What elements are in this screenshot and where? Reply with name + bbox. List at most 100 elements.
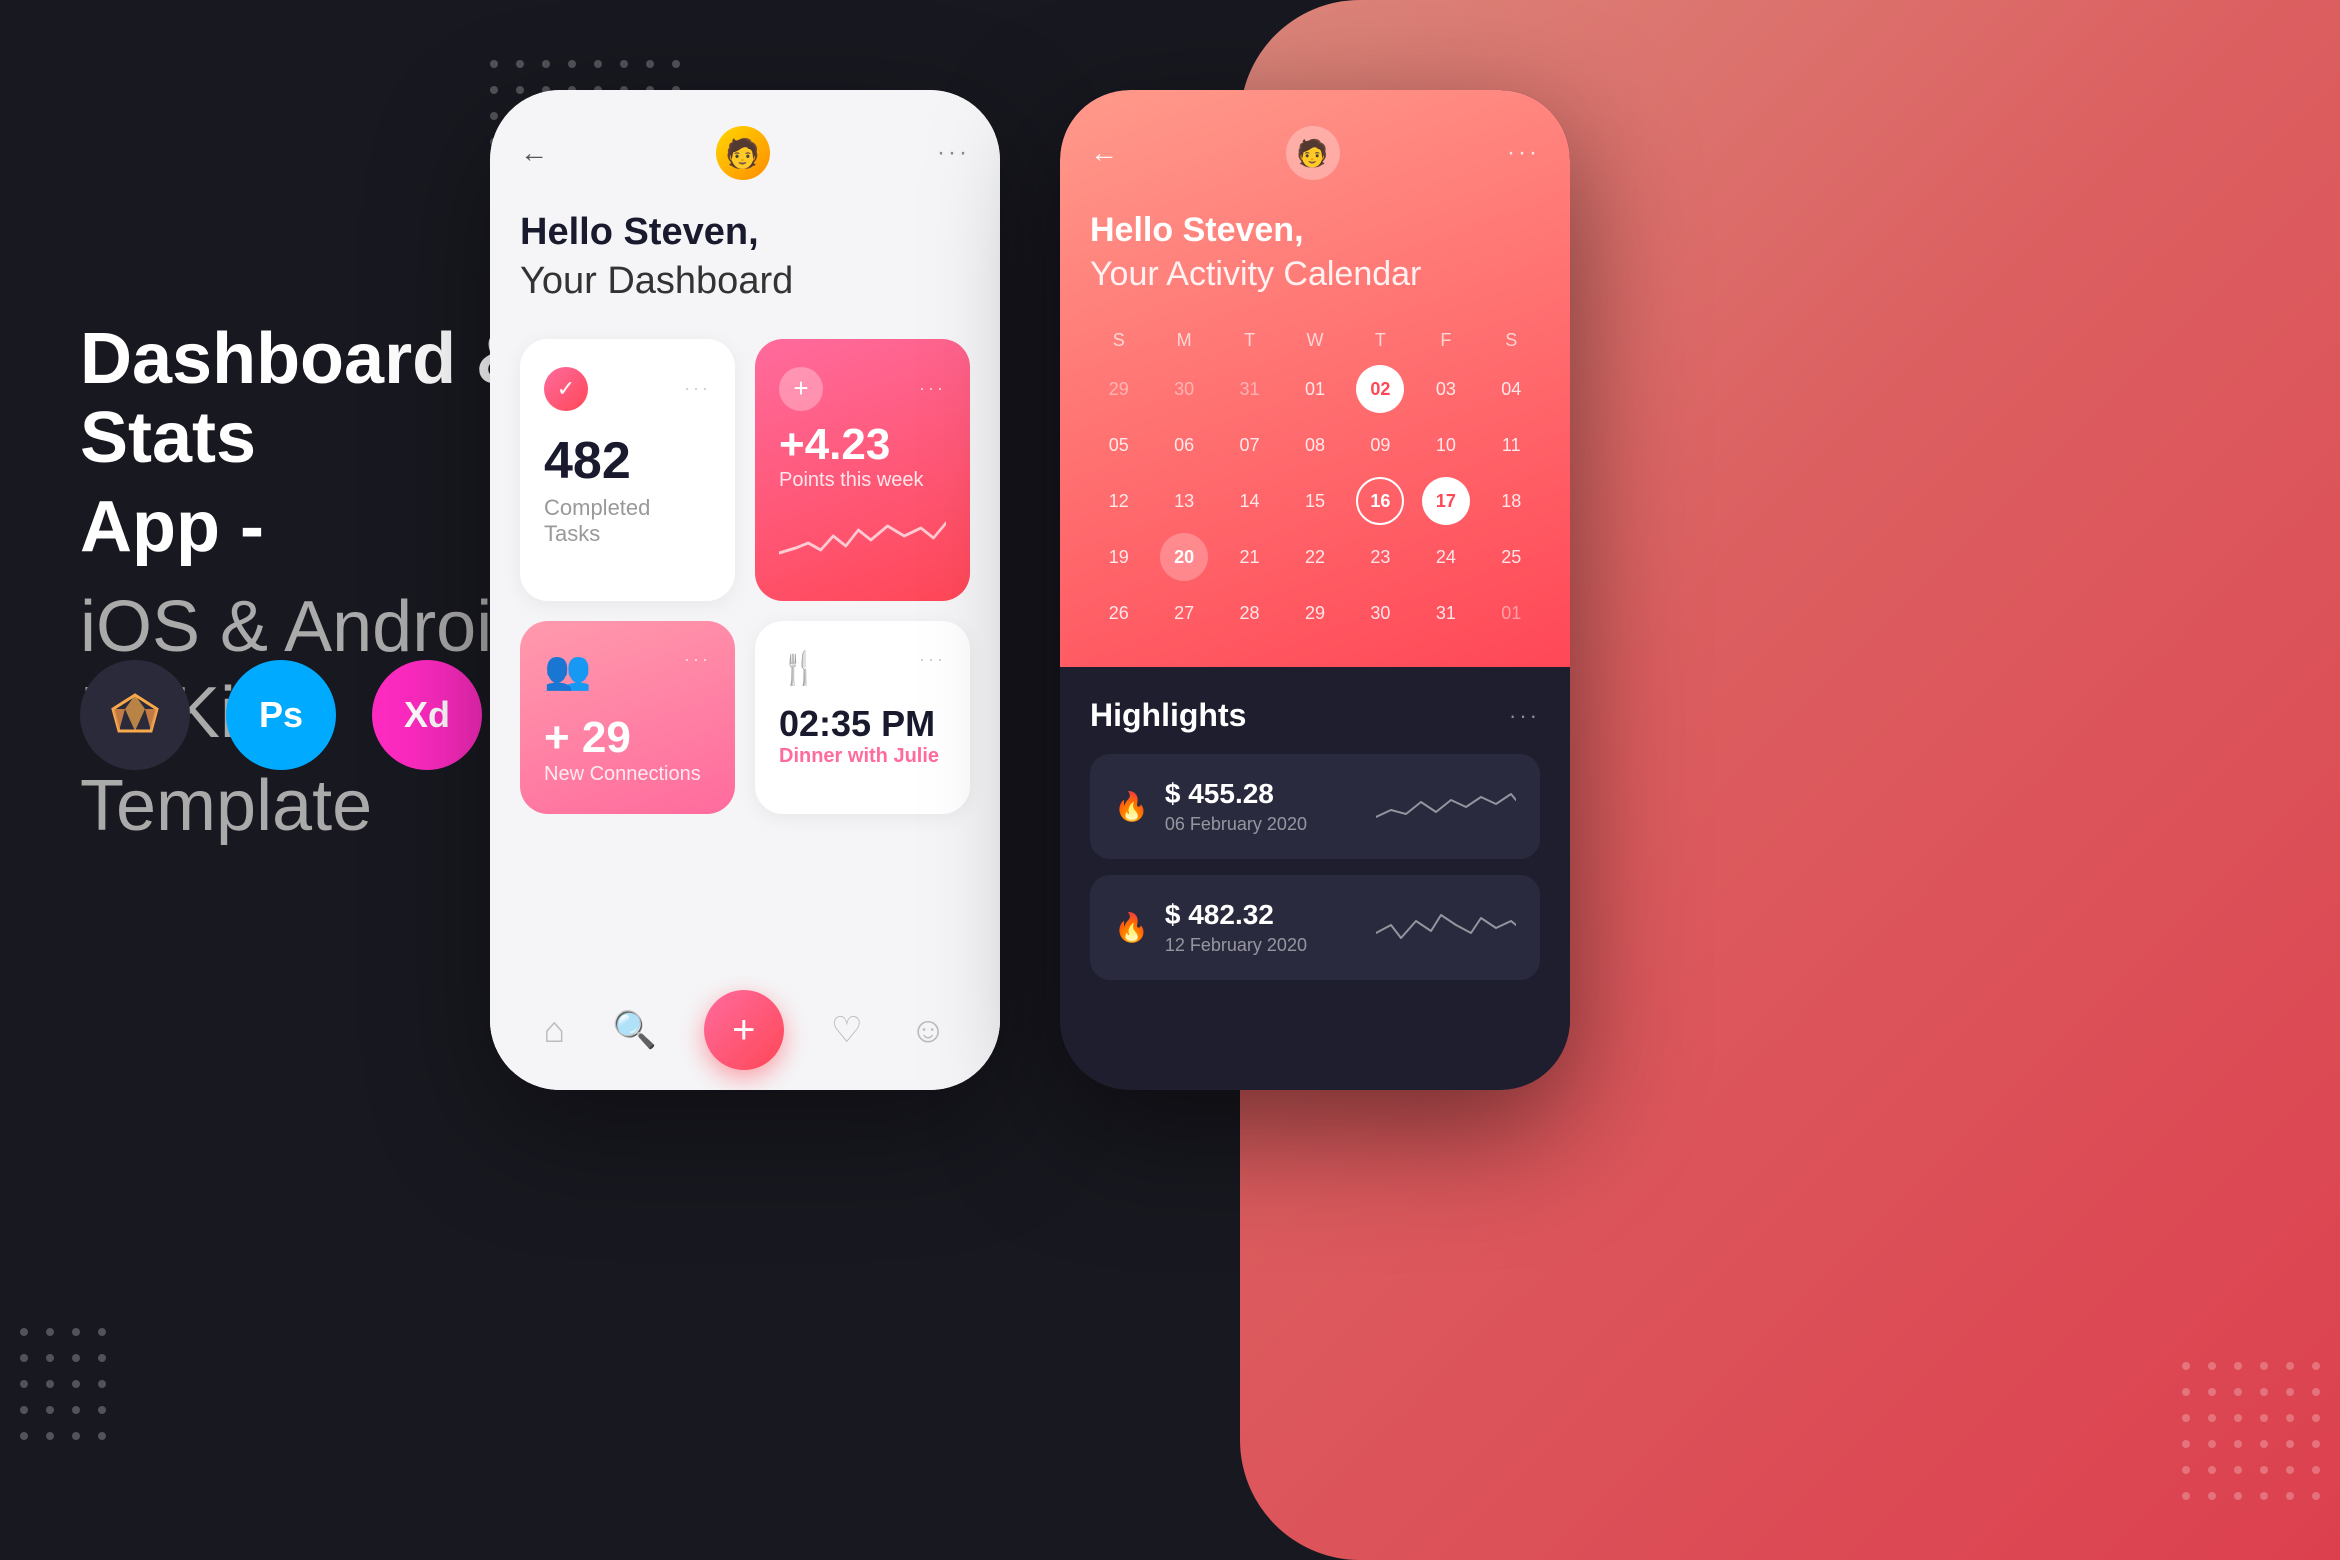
title-line1: Dashboard & Stats — [80, 320, 560, 478]
cal-day[interactable]: 10 — [1422, 421, 1470, 469]
fire-icon-2: 🔥 — [1114, 911, 1149, 944]
cal-header-wed: W — [1286, 324, 1343, 357]
photoshop-icon: Ps — [226, 660, 336, 770]
highlights-header: Highlights ··· — [1090, 697, 1540, 734]
more-button-left[interactable]: ··· — [937, 139, 970, 167]
completed-more[interactable]: ··· — [684, 378, 711, 399]
back-button-right[interactable]: ← — [1090, 137, 1118, 169]
dinner-time: 02:35 PM — [779, 703, 946, 745]
cal-day[interactable]: 08 — [1291, 421, 1339, 469]
dinner-card: 🍴 ··· 02:35 PM Dinner with Julie — [755, 621, 970, 814]
cal-day[interactable]: 04 — [1487, 365, 1535, 413]
avatar-left: 🧑 — [716, 126, 770, 180]
cal-day[interactable]: 21 — [1226, 533, 1274, 581]
greeting-right: Hello Steven, Your Activity Calendar — [1090, 208, 1540, 296]
phone-right-highlights-section: Highlights ··· 🔥 $ 455.28 06 February 20… — [1060, 667, 1570, 1026]
cal-day[interactable]: 23 — [1356, 533, 1404, 581]
highlight-sparkline-2 — [1376, 903, 1516, 953]
phone-left-header: ← 🧑 ··· — [520, 126, 970, 180]
cal-day[interactable]: 28 — [1226, 589, 1274, 637]
greeting-left: Hello Steven, Your Dashboard — [520, 208, 970, 307]
cal-day[interactable]: 27 — [1160, 589, 1208, 637]
more-button-right[interactable]: ··· — [1507, 139, 1540, 167]
cal-header-mon: M — [1155, 324, 1212, 357]
cal-day[interactable]: 13 — [1160, 477, 1208, 525]
highlight-sparkline-1 — [1376, 782, 1516, 832]
dashboard-cards: ✓ ··· 482 Completed Tasks + ··· +4.23 Po… — [520, 339, 970, 814]
connections-value: + 29 — [544, 713, 711, 763]
dot-grid-bottom-left — [20, 1328, 106, 1440]
points-sparkline — [779, 508, 946, 568]
cal-day[interactable]: 07 — [1226, 421, 1274, 469]
completed-label: Completed Tasks — [544, 495, 711, 547]
cal-day[interactable]: 26 — [1095, 589, 1143, 637]
dinner-label: Dinner with Julie — [779, 745, 946, 768]
plus-icon: + — [779, 367, 823, 411]
cal-day-today-outline[interactable]: 16 — [1356, 477, 1404, 525]
phone-left: ← 🧑 ··· Hello Steven, Your Dashboard ✓ ·… — [490, 90, 1000, 1090]
points-card: + ··· +4.23 Points this week — [755, 339, 970, 601]
highlight-left-1: 🔥 $ 455.28 06 February 2020 — [1114, 778, 1307, 835]
connections-card: 👥 ··· + 29 New Connections — [520, 621, 735, 814]
highlights-more[interactable]: ··· — [1509, 703, 1540, 729]
phone-right-calendar-section: ← 🧑 ··· Hello Steven, Your Activity Cale… — [1060, 90, 1570, 667]
cal-day-selected[interactable]: 02 — [1356, 365, 1404, 413]
cal-header-sat: S — [1483, 324, 1540, 357]
cal-day[interactable]: 24 — [1422, 533, 1470, 581]
search-icon[interactable]: 🔍 — [612, 1009, 657, 1051]
cal-day[interactable]: 11 — [1487, 421, 1535, 469]
xd-icon: Xd — [372, 660, 482, 770]
connections-label: New Connections — [544, 763, 711, 786]
cal-day[interactable]: 22 — [1291, 533, 1339, 581]
cal-day[interactable]: 30 — [1356, 589, 1404, 637]
cal-day-today[interactable]: 17 — [1422, 477, 1470, 525]
completed-number: 482 — [544, 431, 711, 491]
title-line2-accent: iOS & Android — [80, 588, 532, 667]
points-value: +4.23 — [779, 421, 946, 469]
cal-day[interactable]: 14 — [1226, 477, 1274, 525]
cal-day[interactable]: 12 — [1095, 477, 1143, 525]
back-button-left[interactable]: ← — [520, 137, 548, 169]
sketch-icon — [80, 660, 190, 770]
cal-header-fri: F — [1417, 324, 1474, 357]
cal-header-sun: S — [1090, 324, 1147, 357]
highlight-amount-1: $ 455.28 — [1165, 778, 1307, 810]
calendar-grid: S M T W T F S 29 30 31 01 02 03 04 05 06… — [1090, 324, 1540, 637]
dinner-more[interactable]: ··· — [919, 649, 946, 687]
highlight-date-2: 12 February 2020 — [1165, 935, 1307, 956]
cal-day[interactable]: 30 — [1160, 365, 1208, 413]
points-more[interactable]: ··· — [919, 378, 946, 399]
cal-day[interactable]: 31 — [1422, 589, 1470, 637]
title-line2: App - — [80, 488, 264, 567]
cal-day[interactable]: 15 — [1291, 477, 1339, 525]
cal-day[interactable]: 29 — [1291, 589, 1339, 637]
people-icon: 👥 — [544, 649, 591, 693]
points-label: Points this week — [779, 469, 946, 492]
cal-day[interactable]: 01 — [1487, 589, 1535, 637]
highlights-title: Highlights — [1090, 697, 1246, 734]
highlight-date-1: 06 February 2020 — [1165, 814, 1307, 835]
cal-day-highlight[interactable]: 20 — [1160, 533, 1208, 581]
cal-day[interactable]: 09 — [1356, 421, 1404, 469]
cal-day[interactable]: 18 — [1487, 477, 1535, 525]
cal-day[interactable]: 25 — [1487, 533, 1535, 581]
fab-button[interactable]: + — [704, 990, 784, 1070]
connections-more[interactable]: ··· — [684, 649, 711, 693]
cal-day[interactable]: 06 — [1160, 421, 1208, 469]
heart-icon[interactable]: ♡ — [831, 1009, 863, 1051]
fire-icon-1: 🔥 — [1114, 790, 1149, 823]
left-panel: Dashboard & Stats App - iOS & Android UI… — [80, 320, 560, 854]
phone-right: ← 🧑 ··· Hello Steven, Your Activity Cale… — [1060, 90, 1570, 1090]
highlight-card-2: 🔥 $ 482.32 12 February 2020 — [1090, 875, 1540, 980]
cal-day[interactable]: 29 — [1095, 365, 1143, 413]
cal-day[interactable]: 19 — [1095, 533, 1143, 581]
cal-header-thu: T — [1352, 324, 1409, 357]
cal-day[interactable]: 01 — [1291, 365, 1339, 413]
highlight-left-2: 🔥 $ 482.32 12 February 2020 — [1114, 899, 1307, 956]
home-icon[interactable]: ⌂ — [543, 1009, 565, 1051]
profile-icon[interactable]: ☺ — [910, 1009, 947, 1051]
phone-right-header: ← 🧑 ··· — [1090, 126, 1540, 180]
cal-day[interactable]: 03 — [1422, 365, 1470, 413]
cal-day[interactable]: 31 — [1226, 365, 1274, 413]
cal-day[interactable]: 05 — [1095, 421, 1143, 469]
